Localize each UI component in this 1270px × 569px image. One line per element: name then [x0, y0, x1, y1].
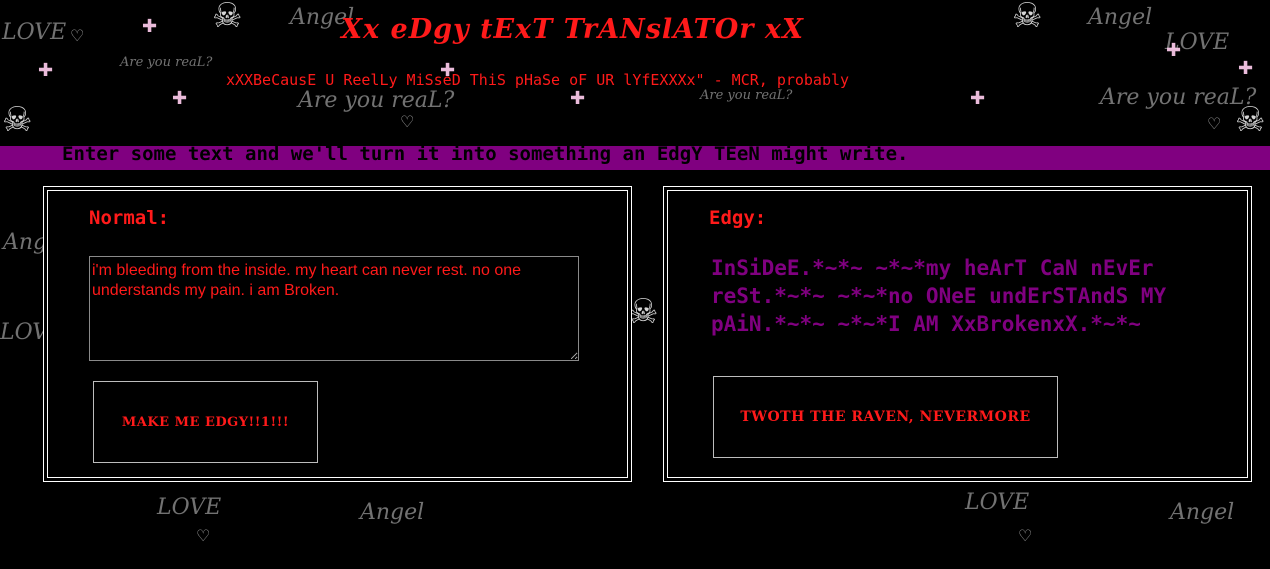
normal-panel: Normal: i'm bleeding from the inside. my… [43, 186, 632, 482]
edgy-output-text: InSiDeE.*~*~ ~*~*my heArT CaN nEvEr reSt… [711, 256, 1167, 336]
are-you-real-doodle: Are you reaL? [700, 88, 793, 103]
edgy-panel: Edgy: InSiDeE.*~*~ ~*~*my heArT CaN nEvE… [663, 186, 1252, 482]
instructions-text: Enter some text and we'll turn it into s… [62, 143, 909, 165]
heart-icon: ♡ [1018, 526, 1033, 545]
sparkle-icon: ✚ [570, 88, 586, 109]
skull-icon: ☠ [628, 292, 659, 332]
love-doodle: LOVE [1165, 30, 1230, 55]
heart-icon: ♡ [400, 112, 415, 131]
angel-doodle: Angel [360, 500, 425, 525]
nevermore-button[interactable]: TWOTH THE RAVEN, NEVERMORE [713, 376, 1058, 458]
love-doodle: LOVE [965, 490, 1030, 515]
skull-icon: ☠ [1235, 100, 1266, 140]
edgy-heading: Edgy: [709, 207, 767, 229]
skull-icon: ☠ [2, 100, 33, 140]
sparkle-icon: ✚ [1166, 40, 1182, 61]
normal-heading: Normal: [89, 207, 170, 229]
sparkle-icon: ✚ [172, 88, 188, 109]
angel-doodle: Angel [1170, 500, 1235, 525]
heart-icon: ♡ [196, 526, 211, 545]
sparkle-icon: ✚ [1238, 58, 1254, 79]
are-you-real-doodle: Are you reaL? [120, 55, 213, 70]
tagline: xXXBeCausE U ReelLy MiSseD ThiS pHaSe oF… [225, 71, 850, 89]
love-doodle: LOVE [157, 495, 222, 520]
make-edgy-button[interactable]: MAKE ME EDGY!!1!!! [93, 381, 318, 463]
are-you-real-doodle: Are you reaL? [1100, 85, 1257, 110]
heart-icon: ♡ [1207, 114, 1222, 133]
page-title: Xx eDgy tExT TrANslATOr xX [341, 14, 804, 45]
sparkle-icon: ✚ [970, 88, 986, 109]
normal-text-input[interactable]: i'm bleeding from the inside. my heart c… [89, 256, 579, 361]
are-you-real-doodle: Are you reaL? [298, 88, 455, 113]
